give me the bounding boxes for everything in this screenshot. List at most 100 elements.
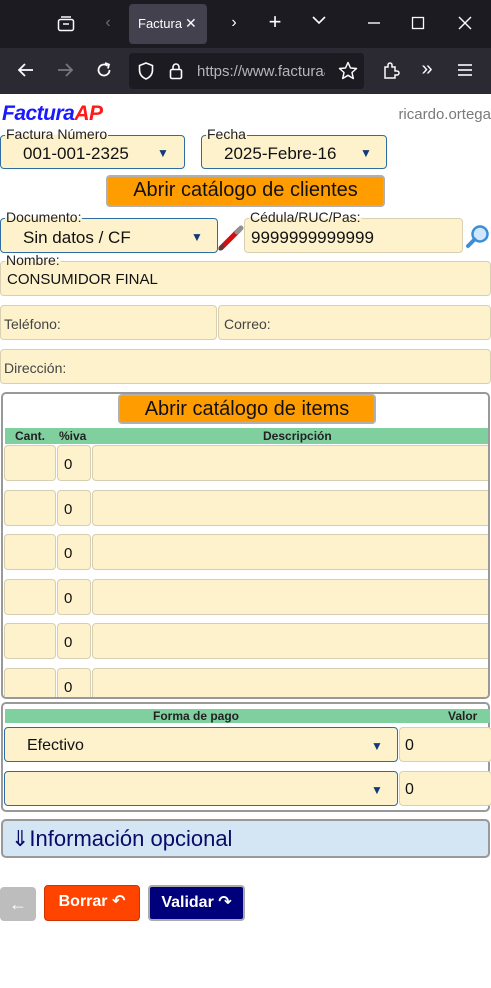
description-input[interactable] (92, 534, 488, 570)
header-payment-value: Valor (448, 709, 478, 723)
description-input[interactable] (92, 490, 488, 526)
items-section: Abrir catálogo de items Cant. %iva Descr… (1, 392, 490, 699)
address-field[interactable]: Dirección: (0, 349, 491, 384)
tab-close-icon[interactable]: ✕ (185, 15, 197, 32)
overflow-icon[interactable]: » (416, 59, 438, 79)
tab-overview-icon[interactable] (56, 16, 76, 36)
iva-input[interactable]: 0 (57, 490, 91, 526)
url-bar[interactable]: https://www.facturaap (129, 53, 364, 89)
payment-value: 0 (405, 737, 414, 754)
iva-value: 0 (64, 545, 73, 562)
iva-input[interactable]: 0 (57, 668, 91, 697)
invoice-app: FacturaAP ricardo.ortega Factura Número … (0, 94, 491, 988)
active-tab[interactable]: Factura/ ✕ (129, 4, 207, 44)
iva-input[interactable]: 0 (57, 579, 91, 615)
url-text[interactable]: https://www.facturaap (197, 63, 340, 80)
date-value: 2025-Febre-16 (224, 144, 337, 163)
header-qty: Cant. (15, 429, 45, 443)
qty-input[interactable] (4, 445, 56, 481)
name-field[interactable]: Nombre: CONSUMIDOR FINAL (0, 253, 491, 296)
browser-nav-bar: https://www.facturaap » (0, 48, 491, 94)
phone-placeholder: Teléfono: (4, 316, 61, 332)
id-number-label: Cédula/RUC/Pas: (249, 209, 362, 225)
description-input[interactable] (92, 668, 488, 697)
extensions-icon[interactable] (380, 61, 402, 82)
address-placeholder: Dirección: (4, 360, 67, 376)
logo-part1: Factura (2, 102, 75, 125)
reload-icon[interactable] (94, 61, 114, 82)
invoice-number-value: 001-001-2325 (23, 144, 129, 163)
table-row: 0 (3, 668, 488, 697)
payment-table-header: Forma de pago Valor (5, 709, 490, 723)
table-row: 0 (3, 579, 488, 615)
tab-back-icon[interactable]: ‹ (100, 15, 116, 31)
validate-button[interactable]: Validar ↷ (148, 885, 245, 921)
items-table-header: Cant. %iva Descripción (5, 428, 488, 444)
open-clients-catalog-button[interactable]: Abrir catálogo de clientes (106, 175, 385, 207)
qty-input[interactable] (4, 579, 56, 615)
header-description: Descripción (263, 429, 332, 443)
bookmark-star-icon[interactable] (337, 61, 359, 83)
date-label: Fecha (206, 126, 247, 142)
optional-info-toggle[interactable]: ⇓Información opcional (1, 819, 490, 858)
open-items-catalog-button[interactable]: Abrir catálogo de items (118, 394, 376, 424)
iva-input[interactable]: 0 (57, 534, 91, 570)
logo-part2: AP (74, 102, 103, 125)
new-tab-icon[interactable]: + (264, 11, 286, 33)
phone-field[interactable]: Teléfono: (0, 305, 217, 340)
window-close-icon[interactable] (455, 16, 475, 34)
document-value: Sin datos / CF (23, 228, 131, 247)
search-icon[interactable] (465, 224, 491, 250)
date-select[interactable]: Fecha 2025-Febre-16 ▼ (201, 127, 387, 169)
invoice-number-label: Factura Número (5, 126, 109, 142)
iva-value: 0 (64, 501, 73, 518)
maximize-icon[interactable] (408, 16, 428, 34)
shield-icon[interactable] (137, 62, 155, 83)
table-row: 0 (3, 490, 488, 526)
lock-icon[interactable] (167, 62, 185, 83)
minimize-icon[interactable] (364, 16, 384, 34)
email-field[interactable]: Correo: (218, 305, 491, 340)
id-number-field[interactable]: Cédula/RUC/Pas: 9999999999999 (244, 210, 463, 253)
chevron-down-icon: ▼ (191, 230, 203, 244)
payment-method-select[interactable]: Efectivo ▼ (4, 727, 398, 762)
payment-method-value: Efectivo (27, 737, 84, 754)
qty-input[interactable] (4, 490, 56, 526)
payment-value-input[interactable]: 0 (399, 771, 491, 806)
id-number-value: 9999999999999 (251, 228, 374, 247)
table-row: 0 (3, 534, 488, 570)
iva-value: 0 (64, 456, 73, 473)
tab-forward-icon[interactable]: › (226, 15, 242, 31)
iva-input[interactable]: 0 (57, 623, 91, 659)
qty-input[interactable] (4, 534, 56, 570)
document-type-select[interactable]: Documento: Sin datos / CF ▼ (0, 210, 218, 253)
qty-input[interactable] (4, 623, 56, 659)
back-icon[interactable] (16, 62, 36, 81)
forward-icon[interactable] (55, 62, 75, 81)
invoice-number-select[interactable]: Factura Número 001-001-2325 ▼ (0, 127, 185, 169)
description-input[interactable] (92, 623, 488, 659)
table-row: 0 (3, 445, 488, 481)
qty-input[interactable] (4, 668, 56, 697)
header-payment-method: Forma de pago (153, 709, 240, 723)
description-input[interactable] (92, 445, 488, 481)
menu-icon[interactable] (455, 62, 475, 80)
edit-pencil-icon[interactable] (217, 224, 245, 252)
iva-value: 0 (64, 679, 73, 696)
chevron-down-icon: ▼ (360, 146, 372, 160)
tab-list-icon[interactable] (309, 14, 329, 30)
payment-method-select[interactable]: ▼ (4, 771, 398, 806)
description-input[interactable] (92, 579, 488, 615)
back-button[interactable]: ← (0, 887, 36, 921)
table-row: 0 (3, 623, 488, 659)
payment-value-input[interactable]: 0 (399, 727, 491, 762)
user-name[interactable]: ricardo.ortega (398, 106, 491, 123)
delete-button[interactable]: Borrar ↶ (44, 885, 140, 921)
iva-value: 0 (64, 634, 73, 651)
tab-title: Factura/ (138, 16, 182, 31)
iva-input[interactable]: 0 (57, 445, 91, 481)
payment-value: 0 (405, 781, 414, 798)
chevron-down-icon: ▼ (371, 739, 383, 753)
email-placeholder: Correo: (224, 316, 271, 332)
name-value: CONSUMIDOR FINAL (7, 271, 158, 288)
